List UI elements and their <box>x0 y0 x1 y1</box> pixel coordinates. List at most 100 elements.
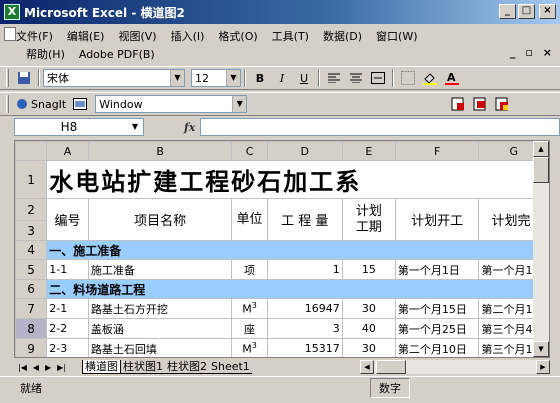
font-name-combo[interactable]: 宋体 ▼ <box>43 69 185 87</box>
header-no[interactable]: 编号 <box>46 198 89 241</box>
snagit-button[interactable]: SnagIt <box>14 94 68 114</box>
cell-start[interactable]: 第一个月1日 <box>394 259 480 280</box>
header-qty[interactable]: 工 程 量 <box>266 198 343 241</box>
tab-sheet-gantt[interactable]: 横道图 <box>82 360 121 374</box>
header-unit[interactable]: 单位 <box>231 198 268 241</box>
column-header-c[interactable]: C <box>231 141 268 161</box>
next-sheet-icon[interactable]: ▶ <box>45 363 51 372</box>
menu-tools[interactable]: 工具(T) <box>272 28 309 44</box>
scroll-up-button[interactable]: ▲ <box>533 141 549 157</box>
italic-button[interactable]: I <box>272 68 292 88</box>
menu-window[interactable]: 窗口(W) <box>376 28 417 44</box>
scroll-down-button[interactable]: ▼ <box>533 341 549 357</box>
bold-button[interactable]: B <box>250 68 270 88</box>
tab-sheet-1[interactable]: Sheet1 <box>209 360 252 374</box>
cell-period[interactable]: 40 <box>341 318 396 339</box>
cell-period[interactable]: 30 <box>341 298 396 319</box>
cell-start[interactable]: 第一个月15日 <box>394 298 480 319</box>
cell-name[interactable]: 路基土石方开挖 <box>87 298 233 319</box>
cell-no[interactable]: 1-1 <box>46 259 89 280</box>
column-header-e[interactable]: E <box>341 141 396 161</box>
column-header-f[interactable]: F <box>394 141 480 161</box>
underline-button[interactable]: U <box>294 68 314 88</box>
maximize-button[interactable]: □ <box>518 4 535 19</box>
row-header[interactable]: 4 <box>15 240 48 260</box>
fill-color-button[interactable] <box>420 68 440 88</box>
borders-button[interactable] <box>398 68 418 88</box>
cell-start[interactable]: 第一个月25日 <box>394 318 480 339</box>
row-header[interactable]: 5 <box>15 259 48 280</box>
merge-center-button[interactable] <box>368 68 388 88</box>
snagit-capture-button[interactable] <box>70 94 90 114</box>
document-icon[interactable] <box>4 27 16 41</box>
section-row[interactable]: 二、料场道路工程 <box>46 279 549 299</box>
row-header[interactable]: 1 <box>15 160 48 199</box>
menu-insert[interactable]: 插入(I) <box>171 28 205 44</box>
cell-qty[interactable]: 16947 <box>266 298 343 319</box>
font-size-combo[interactable]: 12 ▼ <box>191 69 241 87</box>
tab-sheet-bar2[interactable]: 柱状图2 <box>165 360 209 374</box>
scroll-thumb[interactable] <box>533 157 549 183</box>
header-period[interactable]: 计划工期 <box>341 198 396 241</box>
snagit-window-combo[interactable]: Window ▼ <box>95 95 248 113</box>
select-all-corner[interactable] <box>15 141 48 161</box>
cell-name[interactable]: 施工准备 <box>87 259 233 280</box>
cell-name[interactable]: 盖板涵 <box>87 318 233 339</box>
first-sheet-icon[interactable]: |◀ <box>18 363 27 372</box>
header-start[interactable]: 计划开工 <box>394 198 480 241</box>
align-left-button[interactable] <box>324 68 344 88</box>
spreadsheet-grid[interactable]: A B C D E F G 1 水电站扩建工程砂石加工系 2 编号 项目名称 单… <box>14 140 550 358</box>
row-header[interactable]: 9 <box>15 338 48 357</box>
cell-unit[interactable]: 项 <box>231 259 268 280</box>
pdf-review-button[interactable] <box>492 94 512 114</box>
font-color-button[interactable]: A <box>442 68 462 88</box>
cell-unit[interactable]: M3 <box>231 298 268 319</box>
cell-unit[interactable]: 座 <box>231 318 268 339</box>
align-center-button[interactable] <box>346 68 366 88</box>
row-header[interactable]: 6 <box>15 279 48 299</box>
cell-unit[interactable]: M3 <box>231 338 268 357</box>
hscroll-thumb[interactable] <box>376 360 406 374</box>
row-header[interactable]: 7 <box>15 298 48 319</box>
row-header[interactable]: 2 <box>15 198 48 221</box>
menu-edit[interactable]: 编辑(E) <box>67 28 105 44</box>
cell-period[interactable]: 30 <box>341 338 396 357</box>
row-header[interactable]: 8 <box>15 318 48 339</box>
scroll-left-button[interactable]: ◀ <box>360 360 374 374</box>
cell-period[interactable]: 15 <box>341 259 396 280</box>
formula-input[interactable] <box>200 118 560 136</box>
column-header-a[interactable]: A <box>46 141 89 161</box>
horizontal-scrollbar[interactable]: ◀ ▶ <box>360 360 550 374</box>
sheet-title-cell[interactable]: 水电站扩建工程砂石加工系 <box>46 160 549 199</box>
menu-adobe-pdf[interactable]: Adobe PDF(B) <box>79 48 155 61</box>
pdf-email-button[interactable] <box>470 94 490 114</box>
menu-format[interactable]: 格式(O) <box>218 28 257 44</box>
menu-view[interactable]: 视图(V) <box>118 28 156 44</box>
menu-file[interactable]: 文件(F) <box>16 28 53 44</box>
cell-qty[interactable]: 1 <box>266 259 343 280</box>
doc-restore-button[interactable]: ▫ <box>525 46 532 59</box>
row-header[interactable]: 3 <box>15 220 48 241</box>
last-sheet-icon[interactable]: ▶| <box>57 363 66 372</box>
cell-no[interactable]: 2-1 <box>46 298 89 319</box>
cell-no[interactable]: 2-2 <box>46 318 89 339</box>
cell-start[interactable]: 第二个月10日 <box>394 338 480 357</box>
header-name[interactable]: 项目名称 <box>87 198 233 241</box>
doc-minimize-button[interactable]: _ <box>510 46 516 59</box>
prev-sheet-icon[interactable]: ◀ <box>33 363 39 372</box>
vertical-scrollbar[interactable]: ▲ ▼ <box>533 141 549 357</box>
scroll-right-button[interactable]: ▶ <box>536 360 550 374</box>
menu-help[interactable]: 帮助(H) <box>26 46 65 62</box>
save-button[interactable] <box>14 68 34 88</box>
section-row[interactable]: 一、施工准备 <box>46 240 549 260</box>
pdf-convert-button[interactable] <box>448 94 468 114</box>
cell-no[interactable]: 2-3 <box>46 338 89 357</box>
tab-sheet-bar1[interactable]: 柱状图1 <box>121 360 165 374</box>
column-header-b[interactable]: B <box>87 141 233 161</box>
close-button[interactable]: × <box>539 4 556 19</box>
name-box[interactable]: H8 ▼ <box>14 118 144 136</box>
doc-close-button[interactable]: × <box>543 46 552 59</box>
minimize-button[interactable]: _ <box>499 4 516 19</box>
fx-icon[interactable]: fx <box>184 121 195 134</box>
column-header-d[interactable]: D <box>266 141 343 161</box>
